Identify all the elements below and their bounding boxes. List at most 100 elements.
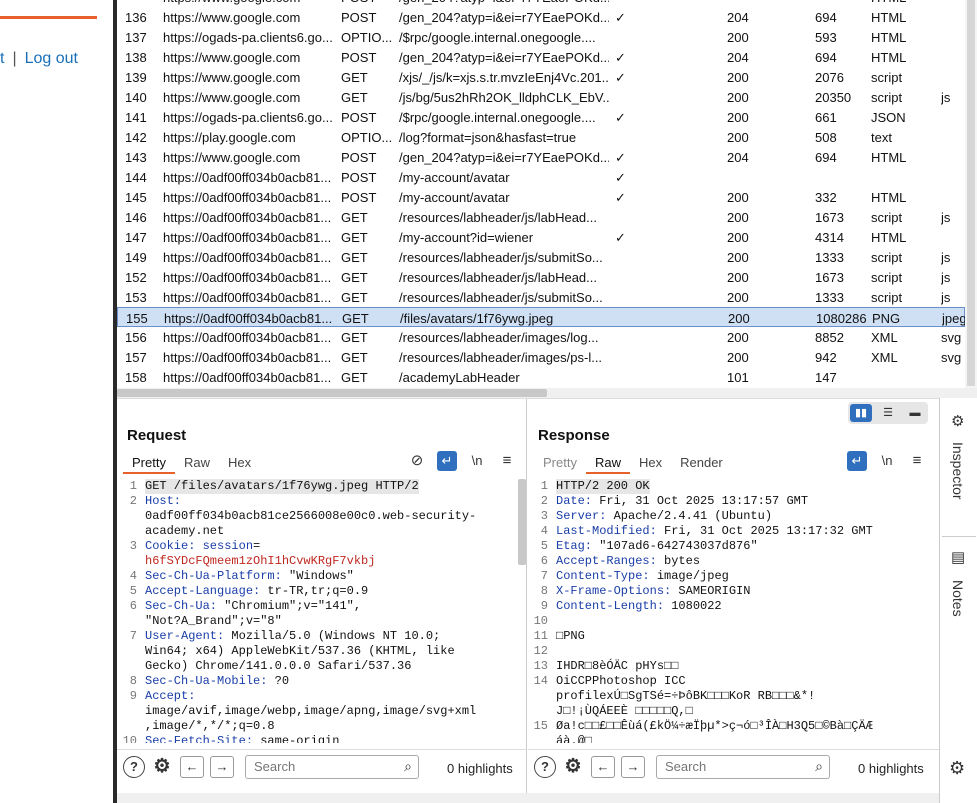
request-scrollbar[interactable]	[518, 479, 526, 565]
inspector-tab[interactable]: ⚙ Inspector	[940, 412, 977, 532]
request-search-field[interactable]: ⌕	[245, 755, 419, 779]
response-editor[interactable]: 1 HTTP/2 200 OK 2 Date: Fri, 31 Oct 2025 13…	[528, 479, 933, 743]
code-line: X-Frame-Options: SAMEORIGIN	[556, 584, 750, 599]
code-token: Server:	[556, 509, 614, 523]
table-row[interactable]: 136 https://www.google.com POST/gen_204?at…	[117, 7, 965, 27]
cell-mime: HTML	[871, 150, 907, 165]
notes-label: Notes	[950, 580, 966, 617]
help-icon[interactable]: ?	[123, 756, 145, 778]
cell-url: /resources/labheader/js/submitSo...	[399, 290, 603, 305]
table-row[interactable]: 140 https://www.google.com GET/js/bg/5us2h…	[117, 87, 965, 107]
cell-length: 1080286	[816, 311, 867, 326]
code-token: Accept:	[145, 689, 196, 703]
code-token: 1080022	[671, 599, 722, 613]
cell-edited: ✓	[615, 230, 626, 245]
newline-icon[interactable]: \n	[877, 451, 897, 471]
cell-num: 136	[125, 10, 147, 25]
tab-pretty[interactable]: Pretty	[534, 453, 586, 472]
table-row[interactable]: https://www.google.comPOST/gen_204?atyp=…	[117, 0, 965, 7]
history-vertical-scrollbar[interactable]	[965, 0, 977, 388]
hide-icon[interactable]: ⊘	[407, 451, 427, 471]
table-row[interactable]: 143 https://www.google.com POST/gen_204?at…	[117, 147, 965, 167]
table-row[interactable]: 137 https://ogads-pa.clients6.go... OPTIO.…	[117, 27, 965, 47]
code-token: Sec-Ch-Ua-Platform:	[145, 569, 290, 583]
forward-arrow-icon[interactable]: →	[621, 756, 645, 778]
tab-raw[interactable]: Raw	[585, 453, 630, 474]
table-row[interactable]: 158 https://0adf00ff034b0acb81... GET/acad…	[117, 367, 965, 387]
cell-url: /xjs/_/js/k=xjs.s.tr.mvzIeEnj4Vc.201...	[399, 70, 609, 85]
code-line: academy.net	[145, 524, 224, 539]
cell-mime: script	[871, 90, 903, 105]
table-row[interactable]: 142 https://play.google.com OPTIO... /log?f…	[117, 127, 965, 147]
request-editor[interactable]: 1 GET /files/avatars/1f76ywg.jpeg HTTP/2 2…	[117, 479, 515, 743]
response-search-input[interactable]	[665, 759, 805, 774]
scrollbar-thumb[interactable]	[967, 0, 975, 386]
code-token: Sec-Fetch-Site:	[145, 734, 261, 743]
cell-url: /gen_204?atyp=i&ei=r7YEaePOKd...	[399, 10, 609, 25]
table-row[interactable]: 155 https://0adf00ff034b0acb81... GET/file…	[117, 307, 967, 327]
code-token: Cookie:	[145, 539, 203, 553]
account-link-partial[interactable]: t	[0, 50, 4, 67]
menu-icon[interactable]: ≡	[907, 451, 927, 471]
scrollbar-thumb[interactable]	[117, 389, 547, 397]
table-row[interactable]: 141 https://ogads-pa.clients6.go... POST /$…	[117, 107, 965, 127]
help-icon[interactable]: ?	[534, 756, 556, 778]
table-row[interactable]: 146 https://0adf00ff034b0acb81... GET/reso…	[117, 207, 965, 227]
tab-pretty[interactable]: Pretty	[123, 453, 175, 474]
notes-tab[interactable]: ▤ Notes	[940, 548, 977, 638]
back-arrow-icon[interactable]: ←	[591, 756, 615, 778]
code-token: Content-Length:	[556, 599, 672, 613]
cell-length: 2076	[815, 70, 844, 85]
tab-raw[interactable]: Raw	[175, 453, 219, 472]
cell-method: OPTIO...	[341, 30, 393, 45]
account-links: t | Log out	[0, 50, 78, 68]
cell-url: /academyLabHeader	[399, 370, 520, 385]
cell-length: 593	[815, 30, 837, 45]
tab-render[interactable]: Render	[671, 453, 732, 472]
gear-icon[interactable]: ⚙	[151, 756, 173, 778]
response-toolbar: ↵ \n ≡	[847, 451, 927, 471]
notes-icon: ▤	[951, 549, 966, 566]
split-vertical-icon[interactable]: ☰	[877, 404, 899, 422]
cell-host: https://ogads-pa.clients6.go...	[163, 30, 333, 45]
gear-icon[interactable]: ⚙	[562, 756, 584, 778]
logout-link[interactable]: Log out	[25, 50, 78, 67]
tab-hex[interactable]: Hex	[630, 453, 671, 472]
split-horizontal-icon[interactable]: ▮▮	[850, 404, 872, 422]
table-row[interactable]: 138 https://www.google.com POST/gen_204?at…	[117, 47, 965, 67]
table-row[interactable]: 156 https://0adf00ff034b0acb81... GET/reso…	[117, 327, 965, 347]
table-row[interactable]: 145 https://0adf00ff034b0acb81... POST/my-…	[117, 187, 965, 207]
table-row[interactable]: 139 https://www.google.com GET/xjs/_/js/k=…	[117, 67, 965, 87]
code-line: OiCCPPhotoshop ICC	[556, 674, 686, 689]
cell-length: 1673	[815, 210, 844, 225]
wrap-lines-icon[interactable]: ↵	[437, 451, 457, 471]
table-row[interactable]: 152 https://0adf00ff034b0acb81... GET/reso…	[117, 267, 965, 287]
history-horizontal-scrollbar[interactable]	[117, 388, 977, 398]
cell-url: /my-account/avatar	[399, 190, 510, 205]
table-row[interactable]: 149 https://0adf00ff034b0acb81... GET/reso…	[117, 247, 965, 267]
cell-num: 137	[125, 30, 147, 45]
forward-arrow-icon[interactable]: →	[210, 756, 234, 778]
message-panes: Request Pretty Raw Hex ⊘ ↵ \n ≡ 1 GET /file…	[117, 398, 939, 794]
single-pane-icon[interactable]: ▬	[904, 404, 926, 422]
back-arrow-icon[interactable]: ←	[180, 756, 204, 778]
request-search-input[interactable]	[254, 759, 394, 774]
code-line: Win64; x64) AppleWebKit/537.36 (KHTML, l…	[145, 644, 455, 659]
cell-num: 155	[126, 311, 148, 326]
response-search-field[interactable]: ⌕	[656, 755, 830, 779]
cell-length: 661	[815, 110, 837, 125]
table-row[interactable]: 157 https://0adf00ff034b0acb81... GET/reso…	[117, 347, 965, 367]
cell-method: GET	[341, 370, 368, 385]
menu-icon[interactable]: ≡	[497, 451, 517, 471]
code-line: Sec-Fetch-Site: same-origin	[145, 734, 339, 743]
cell-num: 147	[125, 230, 147, 245]
table-row[interactable]: 153 https://0adf00ff034b0acb81... GET/reso…	[117, 287, 965, 307]
table-row[interactable]: 144 https://0adf00ff034b0acb81... POST/my-…	[117, 167, 965, 187]
cell-length: 147	[815, 370, 837, 385]
table-row[interactable]: 147 https://0adf00ff034b0acb81... GET/my-a…	[117, 227, 965, 247]
newline-icon[interactable]: \n	[467, 451, 487, 471]
sidebar-divider	[942, 536, 976, 537]
tab-hex[interactable]: Hex	[219, 453, 260, 472]
wrap-lines-icon[interactable]: ↵	[847, 451, 867, 471]
sidebar-settings[interactable]: ⚙	[940, 758, 977, 782]
